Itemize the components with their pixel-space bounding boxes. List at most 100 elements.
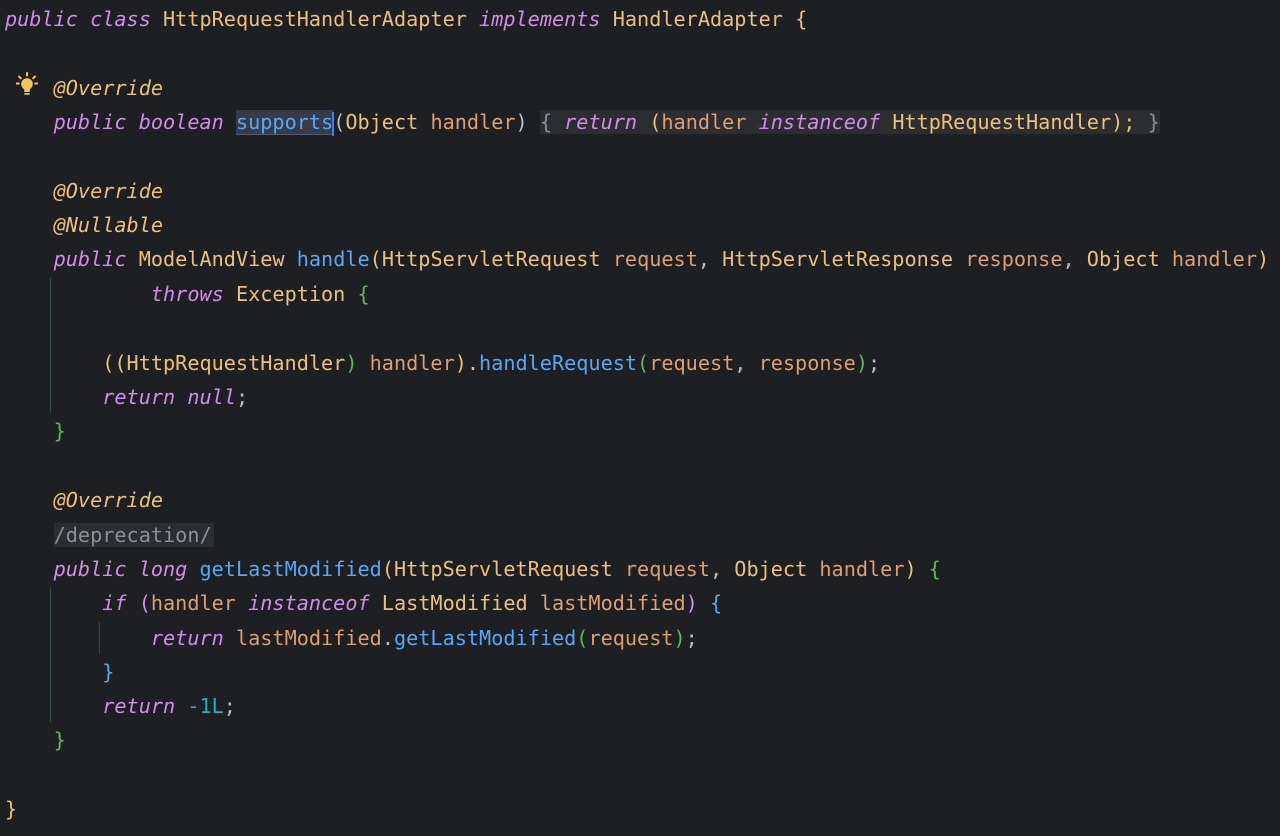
- paren-open: (: [637, 351, 650, 375]
- code-line-override-1[interactable]: @Override: [5, 73, 163, 103]
- code-line-if-instanceof[interactable]: if (handler instanceof LastModified last…: [5, 588, 722, 618]
- method-open-brace: {: [928, 557, 941, 581]
- code-line-supports[interactable]: public boolean supports(Object handler) …: [5, 107, 1160, 137]
- code-line-throws[interactable]: throws Exception {: [5, 279, 370, 309]
- var-lastmodified: lastModified: [539, 591, 686, 615]
- semicolon: ;: [235, 385, 249, 409]
- method-open-brace: {: [357, 282, 370, 306]
- param-handler: handler: [819, 557, 905, 581]
- method-getlastmodified[interactable]: getLastModified: [200, 557, 382, 581]
- arg-response: response: [758, 351, 856, 375]
- paren-close-dot: ).: [454, 351, 480, 375]
- paren-close: ): [515, 110, 528, 134]
- paren-close: ): [1256, 247, 1270, 271]
- method-close-brace: }: [53, 419, 66, 443]
- code-line-override-3[interactable]: @Override: [5, 485, 163, 515]
- type-httpservletrequest: HttpServletRequest: [381, 247, 601, 271]
- param-request: request: [612, 247, 698, 271]
- method-handlerequest[interactable]: handleRequest: [479, 351, 637, 375]
- comma: ,: [697, 247, 710, 271]
- code-line-handle-request-call[interactable]: ((HttpRequestHandler) handler).handleReq…: [5, 348, 880, 378]
- paren-close: ): [855, 351, 868, 375]
- type-httprequesthandler: HttpRequestHandler: [892, 110, 1112, 134]
- keyword-if: if: [102, 591, 127, 615]
- param-handler: handler: [1171, 247, 1257, 271]
- var-handler: handler: [369, 351, 455, 375]
- keyword-class: class: [90, 7, 151, 31]
- method-supports[interactable]: supports: [235, 110, 334, 135]
- type-httpservletrequest: HttpServletRequest: [393, 557, 613, 581]
- type-object: Object: [1086, 247, 1160, 271]
- code-line-nullable[interactable]: @Nullable: [5, 210, 163, 240]
- code-line-return-minus-one[interactable]: return -1L;: [5, 691, 236, 721]
- var-handler: handler: [150, 591, 236, 615]
- number-literal: -1L: [187, 694, 224, 718]
- keyword-public: public: [5, 7, 78, 31]
- type-object: Object: [734, 557, 808, 581]
- code-line-getlastmodified-signature[interactable]: public long getLastModified(HttpServletR…: [5, 554, 941, 584]
- arg-request: request: [588, 626, 674, 650]
- method-close-brace: }: [53, 728, 66, 752]
- var-lastmodified: lastModified: [235, 626, 382, 650]
- keyword-boolean: boolean: [138, 110, 224, 134]
- paren-open: (: [138, 591, 151, 615]
- paren-open: (: [576, 626, 589, 650]
- if-open-brace: {: [709, 591, 723, 615]
- keyword-return: return: [102, 385, 176, 409]
- paren-open-2: (: [649, 110, 662, 134]
- type-exception: Exception: [235, 282, 346, 306]
- paren-open: (: [333, 110, 346, 134]
- type-httpservletresponse: HttpServletResponse: [722, 247, 954, 271]
- annotation-override: @Override: [53, 179, 164, 203]
- keyword-instanceof: instanceof: [758, 110, 881, 134]
- code-editor[interactable]: public class HttpRequestHandlerAdapter i…: [0, 0, 1280, 836]
- keyword-implements: implements: [479, 7, 601, 31]
- comma: ,: [1062, 247, 1075, 271]
- code-line-class-declaration[interactable]: public class HttpRequestHandlerAdapter i…: [5, 4, 807, 34]
- semicolon: ;: [867, 351, 881, 375]
- semicolon: ;: [223, 694, 236, 718]
- code-line-return-null[interactable]: return null;: [5, 382, 248, 412]
- code-line-return-lastmodified[interactable]: return lastModified.getLastModified(requ…: [5, 623, 698, 653]
- comma: ,: [709, 557, 723, 581]
- code-line-deprecation-comment[interactable]: /deprecation/: [5, 520, 214, 550]
- code-line-override-2[interactable]: @Override: [5, 176, 163, 206]
- method-handle[interactable]: handle: [297, 247, 370, 271]
- paren-close: ): [685, 591, 698, 615]
- keyword-return: return: [564, 110, 638, 134]
- code-line-close-class[interactable]: }: [5, 794, 17, 824]
- keyword-long: long: [138, 557, 188, 581]
- code-line-handle-signature[interactable]: public ModelAndView handle(HttpServletRe…: [5, 244, 1270, 274]
- keyword-public: public: [53, 110, 127, 134]
- paren-close: ): [673, 626, 686, 650]
- annotation-nullable: @Nullable: [53, 213, 164, 237]
- cast-parens-open: ((: [102, 351, 127, 375]
- method-getlastmodified-call[interactable]: getLastModified: [394, 626, 576, 650]
- type-modelandview: ModelAndView: [138, 247, 285, 271]
- param-request: request: [624, 557, 710, 581]
- paren-open: (: [381, 557, 394, 581]
- arg-request: request: [649, 351, 735, 375]
- deprecation-comment[interactable]: /deprecation/: [53, 523, 214, 547]
- folded-brace-open[interactable]: {: [540, 110, 552, 134]
- folded-brace-close[interactable]: }: [1148, 110, 1160, 134]
- dot: .: [381, 626, 394, 650]
- semicolon: ;: [685, 626, 698, 650]
- param-response: response: [965, 247, 1063, 271]
- type-lastmodified: LastModified: [381, 591, 528, 615]
- type-httprequesthandler: HttpRequestHandler: [126, 351, 346, 375]
- code-line-close-handle[interactable]: }: [5, 416, 66, 446]
- keyword-return: return: [150, 626, 224, 650]
- if-close-brace: }: [102, 660, 115, 684]
- interface-name: HandlerAdapter: [612, 7, 783, 31]
- class-name: HttpRequestHandlerAdapter: [163, 7, 467, 31]
- keyword-instanceof: instanceof: [248, 591, 370, 615]
- type-object: Object: [345, 110, 419, 134]
- annotation-override: @Override: [53, 76, 164, 100]
- keyword-throws: throws: [150, 282, 224, 306]
- annotation-override: @Override: [53, 488, 164, 512]
- paren-close: ): [904, 557, 917, 581]
- code-line-close-if[interactable]: }: [5, 657, 114, 687]
- class-close-brace: }: [5, 797, 18, 821]
- code-line-close-getlastmodified[interactable]: }: [5, 725, 66, 755]
